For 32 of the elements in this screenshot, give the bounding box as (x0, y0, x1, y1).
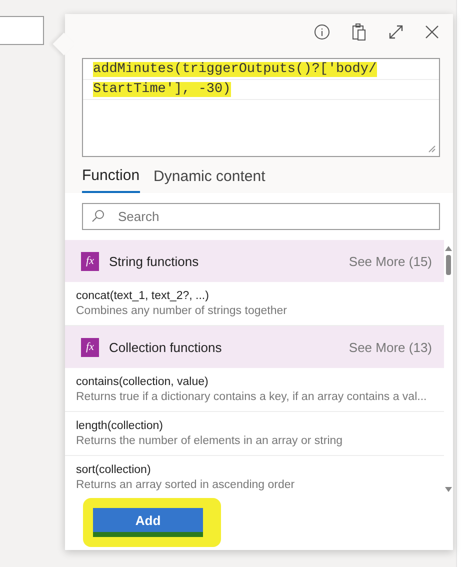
category-title: String functions (109, 254, 200, 268)
function-icon: fx (81, 252, 99, 270)
input-field[interactable] (0, 16, 44, 45)
scroll-up-icon[interactable] (445, 246, 452, 251)
search-field[interactable]: Search (82, 203, 440, 230)
tab[interactable]: Dynamic content (154, 165, 266, 193)
function-description: Combines any number of strings together (76, 304, 288, 319)
function-signature: contains(collection, value) (76, 375, 210, 390)
close-icon[interactable] (425, 25, 439, 39)
function-item[interactable]: length(collection) Returns the number of elements in an array or string (65, 412, 444, 456)
expression-editor[interactable]: addMinutes(triggerOutputs()?['body/ StartTime'], -30) (82, 58, 440, 157)
expand-icon[interactable] (388, 24, 404, 40)
add-button[interactable]: Add (93, 508, 203, 537)
scrollbar-thumb[interactable] (446, 255, 451, 275)
see-more-link[interactable]: See More (13) (348, 340, 432, 354)
function-description: Returns the number of elements in an array or string (76, 434, 344, 449)
search-icon (91, 209, 105, 223)
function-icon: fx (81, 338, 99, 356)
info-icon[interactable] (314, 24, 330, 40)
function-signature: sort(collection) (76, 463, 152, 478)
see-more-link[interactable]: See More (15) (348, 254, 432, 268)
resize-grip-icon[interactable] (428, 145, 436, 153)
scroll-down-icon[interactable] (445, 487, 452, 492)
function-signature: length(collection) (76, 419, 164, 434)
category-title: Collection functions (109, 340, 223, 354)
function-item[interactable]: contains(collection, value) Returns true if a dictionary contains a key, if an array contains a val... (65, 368, 444, 412)
category-header[interactable]: fx Collection functions See More (13) (65, 326, 444, 368)
clipboard-icon[interactable] (351, 23, 367, 41)
function-description: Returns true if a dictionary contains a key, if an array contains a val... (76, 390, 428, 405)
function-signature: concat(text_1, text_2?, ...) (76, 289, 210, 304)
category-header[interactable]: fx String functions See More (15) (65, 240, 444, 282)
function-description: Returns an array sorted in ascending order (76, 478, 296, 493)
